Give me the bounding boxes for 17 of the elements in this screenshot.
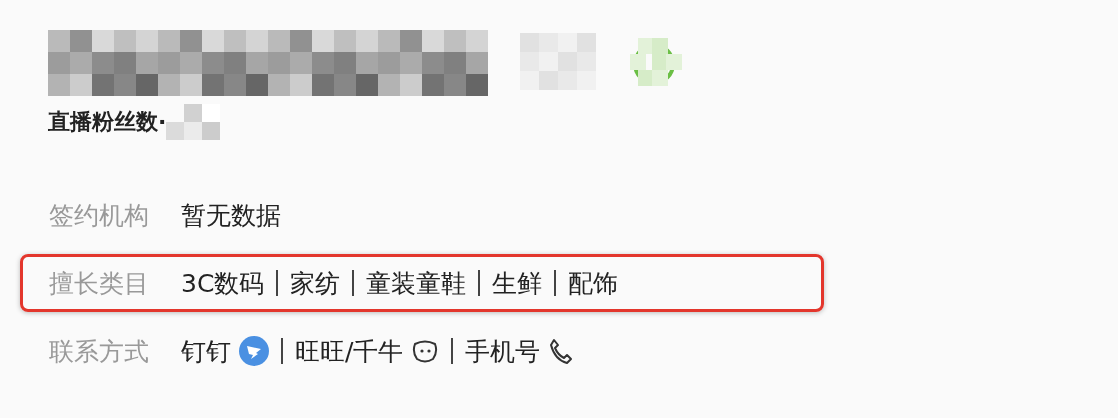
fans-label: 直播粉丝数· xyxy=(48,108,167,136)
category-text: 3C数码 xyxy=(181,267,265,300)
info-label: 联系方式 xyxy=(49,335,149,368)
category-text: 童装童鞋 xyxy=(366,267,467,300)
bird-logo-icon xyxy=(239,336,269,366)
category-text: 家纺 xyxy=(290,267,341,300)
category-text: 配饰 xyxy=(568,267,619,300)
smiley-face-icon xyxy=(411,338,440,364)
category-text: 生鲜 xyxy=(492,267,543,300)
contact-label: 手机号 xyxy=(465,335,541,368)
contact-label: 旺旺/千牛 xyxy=(295,335,404,368)
contact-label: 钉钉 xyxy=(181,335,231,368)
info-label: 签约机构 xyxy=(49,199,149,232)
pixelated-count-drawing xyxy=(166,104,221,140)
info-value: 暂无数据 xyxy=(181,199,281,232)
phone-icon xyxy=(548,337,575,365)
info-label: 擅长类目 xyxy=(49,267,149,300)
